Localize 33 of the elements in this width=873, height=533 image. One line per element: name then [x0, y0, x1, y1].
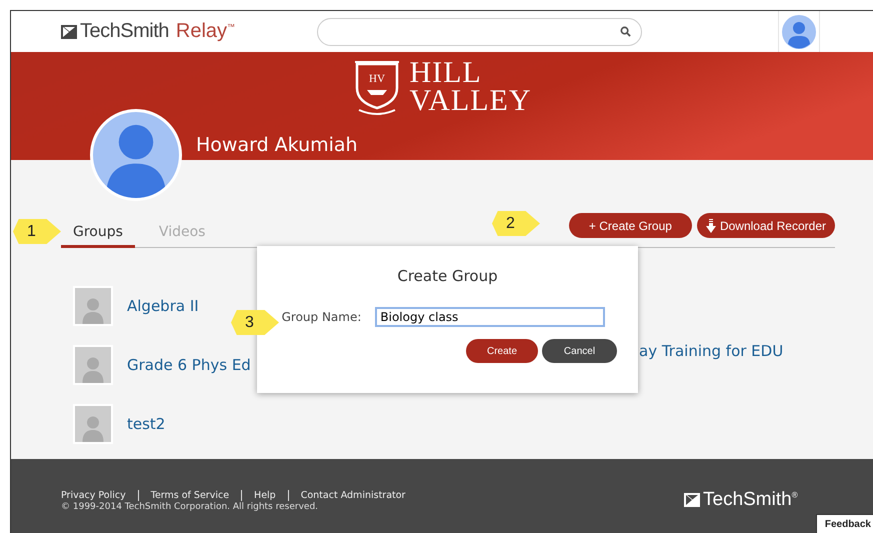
group-link[interactable]: ay Training for EDU [639, 342, 784, 360]
techsmith-logo-icon [61, 24, 77, 38]
group-link[interactable]: test2 [127, 415, 166, 433]
brand-name: TechSmith [80, 20, 169, 43]
create-button[interactable]: Create [466, 339, 538, 363]
search-field[interactable] [317, 18, 642, 46]
user-name: Howard Akumiah [196, 134, 358, 156]
create-group-button[interactable]: + Create Group [568, 213, 692, 238]
school-name: HILL [409, 59, 483, 87]
dialog-title: Create Group [397, 267, 498, 285]
callout-badge: 2 [492, 211, 540, 236]
group-link[interactable]: Grade 6 Phys Ed [127, 356, 251, 374]
copyright-text: © 1999-2014 TechSmith Corporation. All rights reserved. [61, 502, 320, 512]
footer-link[interactable]: Terms of Service [150, 490, 230, 501]
download-button[interactable]: Download Recorder [696, 213, 835, 238]
school-name: VALLEY [409, 87, 532, 115]
user-avatar[interactable] [782, 14, 816, 48]
download-icon [706, 218, 716, 232]
group-name-field[interactable]: Biology class [375, 307, 606, 327]
footer-link[interactable]: Help [254, 490, 276, 501]
callout-badge: 1 [13, 219, 61, 244]
tab[interactable]: Groups [61, 224, 135, 248]
feedback-button[interactable]: Feedback [816, 514, 873, 533]
footer-link[interactable]: Privacy Policy [61, 490, 126, 501]
techsmith-logo-icon [684, 493, 700, 507]
search-icon[interactable] [620, 26, 631, 37]
footer-link[interactable]: Contact Administrator [300, 490, 406, 501]
crest-drawing: HV [353, 58, 402, 116]
footer-brand: TechSmith$^{®}$ [703, 489, 798, 511]
group-link[interactable]: Algebra II [127, 297, 199, 315]
product-name: Relay$^{™}$ [176, 20, 236, 43]
cancel-button[interactable]: Cancel [542, 339, 617, 363]
field-label: Group Name: [282, 310, 362, 324]
